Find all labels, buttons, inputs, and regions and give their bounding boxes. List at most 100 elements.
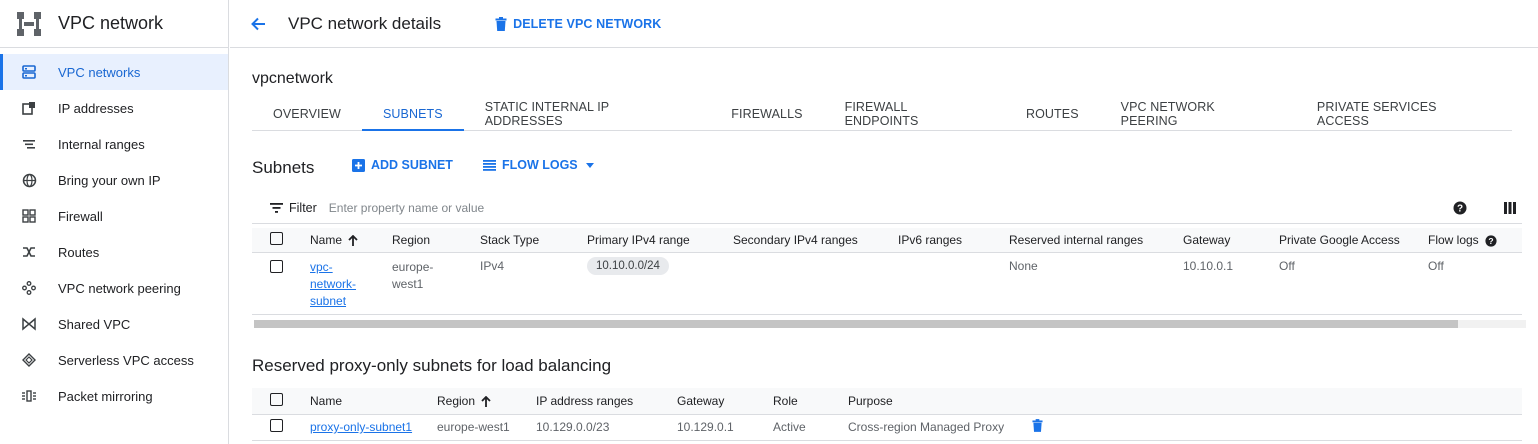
col-region[interactable]: Region: [437, 388, 536, 415]
col-ipv6[interactable]: IPv6 ranges: [898, 228, 1009, 253]
sidebar-item-label: Serverless VPC access: [58, 352, 194, 368]
col-region[interactable]: Region: [392, 228, 480, 253]
column-display-icon[interactable]: [1498, 196, 1522, 220]
col-region-label: Region: [437, 393, 476, 408]
network-name: vpcnetwork: [252, 70, 333, 87]
proxy-subnets-table: Name Region IP address ranges Gateway Ro…: [252, 388, 1522, 441]
select-all-checkbox[interactable]: [270, 392, 283, 406]
packet-mirroring-icon: [20, 387, 38, 405]
tab-overview[interactable]: OVERVIEW: [252, 98, 362, 130]
col-name-label: Name: [310, 232, 343, 247]
sidebar-item-routes[interactable]: Routes: [0, 234, 228, 270]
col-secondary-ipv4[interactable]: Secondary IPv4 ranges: [733, 228, 898, 253]
sidebar-item-label: Firewall: [58, 208, 103, 224]
col-flow-logs-label: Flow logs: [1428, 232, 1479, 247]
sidebar-item-label: Bring your own IP: [58, 172, 161, 188]
row-checkbox[interactable]: [270, 259, 283, 273]
subnet-name-link[interactable]: vpc-network-subnet: [310, 260, 356, 308]
tab-firewalls[interactable]: FIREWALLS: [710, 98, 823, 130]
subnet-name-cell: vpc-network-subnet: [310, 252, 392, 315]
col-primary-ipv4[interactable]: Primary IPv4 range: [587, 228, 733, 253]
tab-bar: OVERVIEW SUBNETS STATIC INTERNAL IP ADDR…: [252, 98, 1512, 131]
col-gateway[interactable]: Gateway: [677, 388, 773, 415]
subnet-stack-type: IPv4: [480, 252, 587, 315]
vpc-product-icon: [17, 11, 41, 36]
sidebar-item-bring-your-own-ip[interactable]: Bring your own IP: [0, 162, 228, 198]
product-title: VPC network: [58, 13, 164, 33]
sidebar-item-label: Packet mirroring: [58, 388, 153, 404]
primary-range-chip: 10.10.0.0/24: [587, 256, 669, 275]
sidebar-item-packet-mirroring[interactable]: Packet mirroring: [0, 378, 228, 414]
subnet-primary-range-cell: 10.10.0.0/24: [587, 252, 733, 315]
col-role[interactable]: Role: [773, 388, 848, 415]
tab-subnets[interactable]: SUBNETS: [361, 98, 464, 131]
sidebar-item-serverless-vpc-access[interactable]: Serverless VPC access: [0, 342, 228, 378]
tab-routes[interactable]: ROUTES: [1005, 98, 1100, 130]
subnets-table: Name Region Stack Type Primary IPv4 rang…: [252, 228, 1522, 315]
filter-icon: [270, 202, 283, 213]
back-arrow-icon[interactable]: [246, 12, 270, 36]
table-header-row: Name Region Stack Type Primary IPv4 rang…: [252, 228, 1522, 253]
help-icon[interactable]: ?: [1485, 235, 1497, 247]
subnet-private-google-access: Off: [1279, 252, 1428, 315]
filter-label: Filter: [270, 201, 317, 215]
subnet-gateway: 10.10.0.1: [1183, 252, 1279, 315]
filter-input[interactable]: [328, 200, 929, 215]
row-checkbox-cell: [252, 414, 310, 441]
firewall-icon: [20, 207, 38, 225]
select-all-checkbox[interactable]: [270, 231, 283, 245]
col-name[interactable]: Name: [310, 228, 392, 253]
sidebar-nav: VPC networks IP addresses Internal range…: [0, 48, 228, 414]
subnet-flow-logs: Off: [1428, 252, 1522, 315]
trash-icon[interactable]: [1032, 419, 1043, 432]
sidebar-item-vpc-network-peering[interactable]: VPC network peering: [0, 270, 228, 306]
col-flow-logs[interactable]: Flow logs?: [1428, 228, 1522, 253]
flow-logs-button[interactable]: FLOW LOGS: [482, 158, 594, 172]
proxy-name-cell: proxy-only-subnet1: [310, 414, 437, 441]
col-private-google-access[interactable]: Private Google Access: [1279, 228, 1428, 253]
sidebar-item-label: VPC network peering: [58, 280, 181, 296]
ip-addresses-icon: [20, 99, 38, 117]
subnet-reserved-ranges: None: [1009, 252, 1183, 315]
sidebar-item-internal-ranges[interactable]: Internal ranges: [0, 126, 228, 162]
sidebar-item-vpc-networks[interactable]: VPC networks: [0, 54, 228, 90]
delete-label: DELETE VPC NETWORK: [513, 16, 662, 31]
globe-icon: [20, 171, 38, 189]
sidebar-item-ip-addresses[interactable]: IP addresses: [0, 90, 228, 126]
flow-logs-label: FLOW LOGS: [501, 158, 578, 172]
sort-arrow-up-icon: [481, 396, 491, 408]
subnets-actions: ADD SUBNET FLOW LOGS: [352, 158, 624, 172]
col-stack-type[interactable]: Stack Type: [480, 228, 587, 253]
serverless-icon: [20, 351, 38, 369]
sidebar-item-firewall[interactable]: Firewall: [0, 198, 228, 234]
tab-static-internal-ip-addresses[interactable]: STATIC INTERNAL IP ADDRESSES: [464, 98, 711, 130]
row-checkbox[interactable]: [270, 419, 283, 432]
col-purpose[interactable]: Purpose: [848, 388, 1032, 415]
col-reserved-internal[interactable]: Reserved internal ranges: [1009, 228, 1183, 253]
add-subnet-label: ADD SUBNET: [371, 158, 453, 172]
horizontal-scrollbar[interactable]: [254, 320, 1458, 328]
subnet-secondary-range: [733, 252, 898, 315]
proxy-section-title: Reserved proxy-only subnets for load bal…: [252, 356, 612, 375]
col-ip-ranges[interactable]: IP address ranges: [536, 388, 677, 415]
sidebar-item-shared-vpc[interactable]: Shared VPC: [0, 306, 228, 342]
col-gateway[interactable]: Gateway: [1183, 228, 1279, 253]
col-name[interactable]: Name: [310, 388, 437, 415]
select-all-cell: [252, 228, 310, 253]
routes-icon: [20, 243, 38, 261]
tab-vpc-network-peering[interactable]: VPC NETWORK PEERING: [1100, 98, 1296, 130]
add-subnet-button[interactable]: ADD SUBNET: [352, 158, 453, 172]
subnets-section-title: Subnets: [252, 158, 315, 177]
tab-firewall-endpoints[interactable]: FIREWALL ENDPOINTS: [824, 98, 1005, 130]
proxy-subnet-name-link[interactable]: proxy-only-subnet1: [310, 420, 412, 434]
help-icon[interactable]: ?: [1448, 196, 1472, 220]
trash-icon: [495, 16, 507, 31]
proxy-purpose: Cross-region Managed Proxy: [848, 414, 1032, 441]
subnet-region-cell: europe-west1: [392, 252, 480, 315]
filter-text: Filter: [289, 200, 317, 215]
scrollbar-track: [1458, 320, 1526, 328]
tab-private-services-access[interactable]: PRIVATE SERVICES ACCESS: [1296, 98, 1512, 130]
delete-vpc-network-button[interactable]: DELETE VPC NETWORK: [495, 16, 662, 31]
select-all-cell: [252, 388, 310, 415]
sort-arrow-up-icon: [348, 235, 358, 247]
